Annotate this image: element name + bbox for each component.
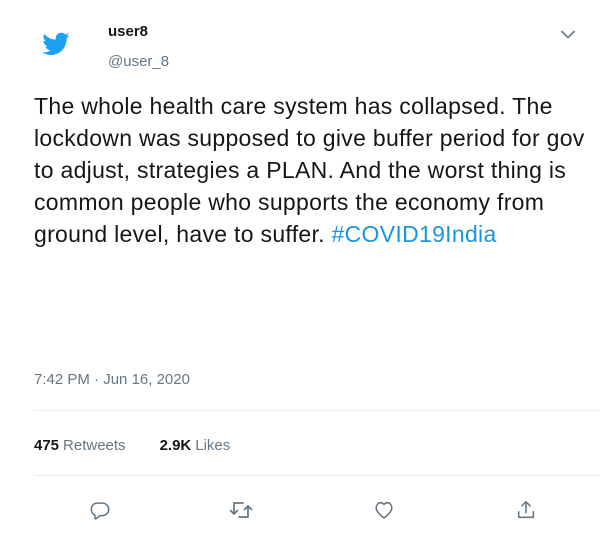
likes-label: Likes xyxy=(195,437,231,454)
tweet-timestamp: 7:42 PM · Jun 16, 2020 xyxy=(34,370,190,390)
retweet-button[interactable] xyxy=(219,488,263,532)
share-icon xyxy=(515,499,537,521)
tweet-actions xyxy=(34,488,589,532)
tweet-body: The whole health care system has collaps… xyxy=(34,93,592,247)
hashtag-link[interactable]: #COVID19India xyxy=(332,221,497,247)
likes-count: 2.9K xyxy=(159,437,192,454)
tweet-date[interactable]: Jun 16, 2020 xyxy=(103,371,190,388)
share-button[interactable] xyxy=(504,488,548,532)
tweet-card: user8 @user_8 The whole health care syst… xyxy=(0,0,600,541)
user-handle[interactable]: @user_8 xyxy=(108,52,169,72)
divider xyxy=(34,410,600,411)
like-button[interactable] xyxy=(362,488,406,532)
divider xyxy=(34,475,600,476)
chevron-down-icon[interactable] xyxy=(552,18,584,50)
tweet-time[interactable]: 7:42 PM xyxy=(34,371,90,388)
twitter-bird-icon[interactable] xyxy=(40,30,72,58)
user-info: user8 @user_8 xyxy=(108,18,169,72)
retweets-stat[interactable]: 475 Retweets xyxy=(34,436,126,456)
likes-stat[interactable]: 2.9K Likes xyxy=(160,436,231,456)
tweet-stats: 475 Retweets 2.9K Likes xyxy=(34,436,264,456)
tweet-header: user8 @user_8 xyxy=(40,18,584,72)
heart-icon xyxy=(373,499,395,521)
reply-icon xyxy=(89,499,111,521)
retweets-count: 475 xyxy=(34,437,60,454)
retweet-icon xyxy=(229,499,253,521)
tweet-text: The whole health care system has collaps… xyxy=(34,90,589,250)
retweets-label: Retweets xyxy=(63,437,126,454)
display-name[interactable]: user8 xyxy=(108,22,169,42)
reply-button[interactable] xyxy=(78,488,122,532)
timestamp-separator: · xyxy=(89,371,104,388)
